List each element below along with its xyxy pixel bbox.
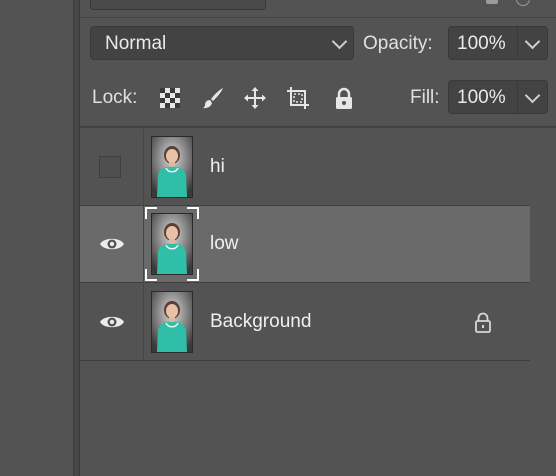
selection-bracket [187,269,199,281]
top-separator [80,17,556,18]
layer-name[interactable]: Background [210,311,311,333]
lock-transparent-pixels-icon[interactable] [158,86,182,110]
layer-filter-field[interactable] [90,0,266,10]
opacity-divider [517,27,518,59]
blend-mode-value: Normal [105,33,167,54]
layer-thumbnail[interactable] [151,291,193,353]
lock-image-pixels-brush-icon[interactable] [201,86,225,110]
lock-position-move-icon[interactable] [243,86,267,110]
layer-row-low[interactable]: low [80,206,530,283]
fill-value[interactable]: 100% [457,87,506,109]
lock-icon [475,312,491,333]
fill-label: Fill: [410,87,440,108]
filter-type-icon[interactable] [486,0,498,4]
panel-divider[interactable] [73,0,80,476]
visibility-cell[interactable] [80,284,144,360]
lock-all-icon[interactable] [332,86,356,110]
layer-thumbnail-selected[interactable] [145,207,199,281]
layers-panel: Normal Opacity: 100% Lock: Fill: 100% hi… [80,0,556,476]
opacity-label: Opacity: [363,33,433,54]
fill-field[interactable]: 100% [448,80,548,114]
left-panel [0,0,73,476]
opacity-field[interactable]: 100% [448,26,548,60]
visibility-cell[interactable] [80,206,144,282]
selection-bracket [145,269,157,281]
opacity-value[interactable]: 100% [457,33,506,55]
selection-bracket [187,207,199,219]
layer-row-hi[interactable]: hi [80,129,530,206]
chevron-down-icon[interactable] [524,33,541,50]
eye-icon[interactable] [99,234,125,254]
panel-top-strip [80,0,556,18]
filter-toggle-icon[interactable] [516,0,530,6]
visibility-cell[interactable] [80,129,144,205]
blend-mode-select[interactable]: Normal [90,26,354,60]
eye-icon[interactable] [99,312,125,332]
layer-name[interactable]: hi [210,156,225,178]
layer-name[interactable]: low [210,233,239,255]
chevron-down-icon[interactable] [524,87,541,104]
lock-artboard-icon[interactable] [286,86,310,110]
visibility-toggle-empty[interactable] [99,156,121,178]
layer-thumbnail[interactable] [151,136,193,198]
fill-divider [517,81,518,113]
chevron-down-icon [331,33,348,50]
options-separator [80,126,556,128]
lock-label: Lock: [92,87,138,108]
layer-row-background[interactable]: Background [80,284,530,361]
layer-thumbnail[interactable] [151,213,193,275]
selection-bracket [145,207,157,219]
